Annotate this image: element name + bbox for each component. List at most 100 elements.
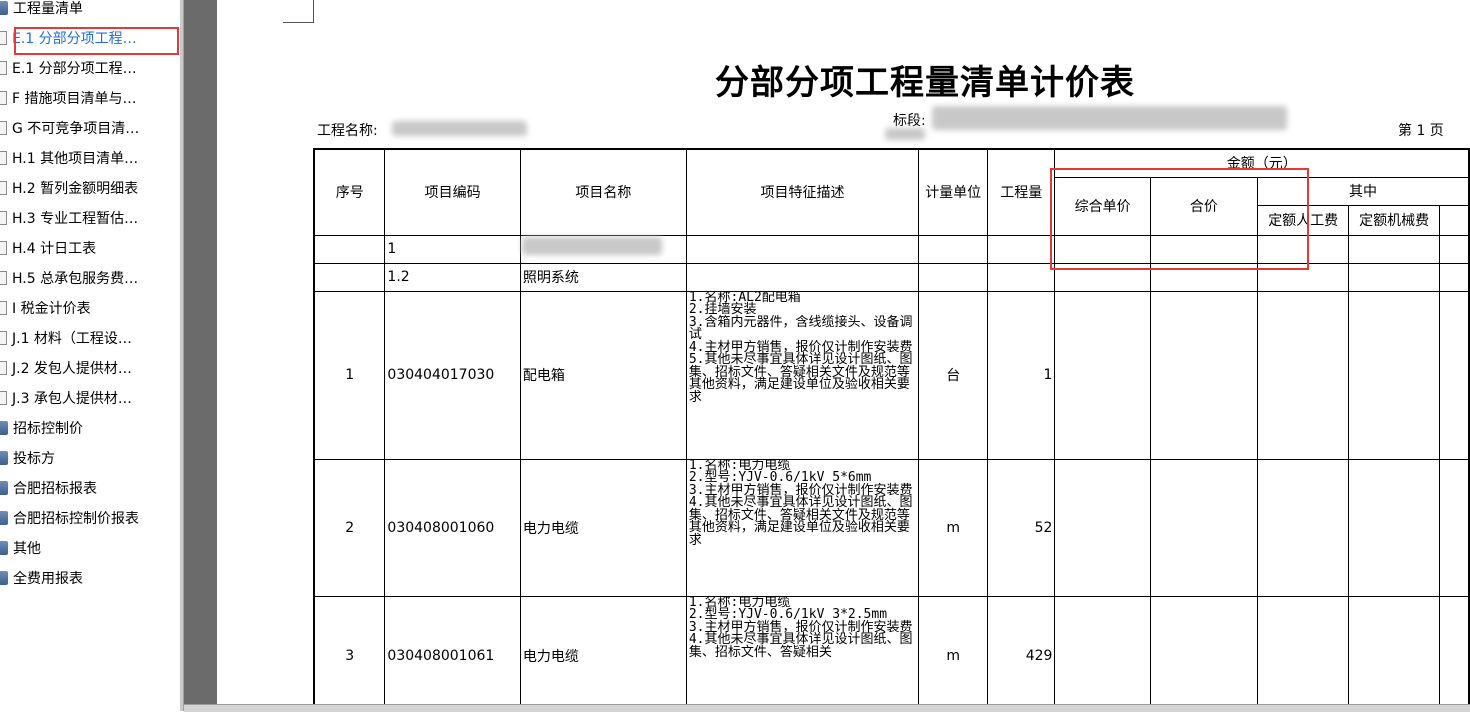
tree-item[interactable]: 全费用报表 <box>0 568 83 598</box>
header-unit: 计量单位 <box>918 148 989 236</box>
amount-columns-highlight-box <box>1050 168 1309 270</box>
node-icon <box>0 211 7 225</box>
redacted-item-name <box>522 237 662 255</box>
node-icon <box>0 271 7 285</box>
tree-item-label: J.3 承包人提供材… <box>12 391 132 407</box>
folder-icon <box>0 571 8 585</box>
tree-item[interactable]: 投标方 <box>0 448 55 478</box>
header-code: 项目编码 <box>384 148 521 236</box>
tree-item-label: H.2 暂列金额明细表 <box>12 181 139 197</box>
tree-item[interactable]: H.2 暂列金额明细表 <box>0 178 138 208</box>
cell <box>1438 234 1470 264</box>
tree-item[interactable]: 工程量清单 <box>0 0 83 28</box>
redacted-section <box>932 106 1287 130</box>
row-unit-price <box>1054 458 1151 597</box>
node-icon <box>0 301 7 315</box>
redacted-project-name <box>392 121 527 136</box>
tree-item-label: 其他 <box>13 541 41 557</box>
selection-highlight-box <box>14 27 179 55</box>
crop-mark <box>283 22 314 23</box>
node-icon <box>0 181 7 195</box>
row-description: 1.名称:电力电缆 2.型号:YJV-0.6/1kV 5*6mm 3.主材甲方销… <box>685 458 920 597</box>
tree-item[interactable]: 招标控制价 <box>0 418 83 448</box>
node-icon <box>0 331 7 345</box>
row-quantity: 429 <box>987 595 1056 704</box>
tree-item-label: H.1 其他项目清单… <box>12 151 139 167</box>
cell <box>1438 262 1470 292</box>
group-code: 1 <box>384 234 521 264</box>
cell <box>685 262 920 292</box>
cell <box>313 262 386 292</box>
row-name: 电力电缆 <box>519 458 687 597</box>
tree-item-label: 全费用报表 <box>13 571 83 587</box>
tree-item-label: G 不可竞争项目清… <box>12 121 140 137</box>
row-seq: 3 <box>313 595 386 704</box>
section-label: 标段: <box>893 113 926 129</box>
header-qty: 工程量 <box>987 148 1056 236</box>
tree-item-label: 工程量清单 <box>13 1 83 17</box>
folder-icon <box>0 481 8 495</box>
tree-item-label: J.1 材料（工程设… <box>12 331 132 347</box>
cell <box>685 234 920 264</box>
tree-item-label: F 措施项目清单与… <box>12 91 137 107</box>
folder-icon <box>0 541 8 555</box>
tree-item[interactable]: J.1 材料（工程设… <box>0 328 132 358</box>
table-row: 3 030408001061 电力电缆 1.名称:电力电缆 2.型号:YJV-0.6/… <box>313 595 1470 704</box>
row-quantity: 52 <box>987 458 1056 597</box>
cell <box>1348 262 1440 292</box>
tree-item[interactable]: H.3 专业工程暂估… <box>0 208 138 238</box>
folder-icon <box>0 1 8 15</box>
preview-gutter <box>184 0 217 711</box>
node-icon <box>0 151 7 165</box>
tree-item[interactable]: J.2 发包人提供材… <box>0 358 132 388</box>
node-icon <box>0 31 7 45</box>
page-number: 第 1 页 <box>1398 123 1444 139</box>
row-description: 1.名称:AL2配电箱 2.挂墙安装 3.含箱内元器件，含线缆接头、设备调试 4… <box>685 290 920 460</box>
table-row: 2 030408001060 电力电缆 1.名称:电力电缆 2.型号:YJV-0.6/… <box>313 458 1470 597</box>
tree-item-label: H.5 总承包服务费… <box>12 271 139 287</box>
header-desc: 项目特征描述 <box>685 148 920 236</box>
row-code: 030408001061 <box>384 595 521 704</box>
tree-item-label: H.4 计日工表 <box>12 241 97 257</box>
folder-icon <box>0 451 8 465</box>
row-labor <box>1256 458 1350 597</box>
cell <box>313 234 386 264</box>
tree-item-label: 合肥招标控制价报表 <box>13 511 139 527</box>
redacted-section <box>885 128 925 140</box>
header-seq: 序号 <box>313 148 386 236</box>
group-code: 1.2 <box>384 262 521 292</box>
row-name: 配电箱 <box>519 290 687 460</box>
node-icon <box>0 391 7 405</box>
header-extra <box>1438 204 1470 236</box>
tree-item[interactable]: F 措施项目清单与… <box>0 88 137 118</box>
row-unit-price <box>1054 290 1151 460</box>
row-seq: 2 <box>313 458 386 597</box>
node-icon <box>0 61 7 75</box>
row-extra <box>1438 458 1470 597</box>
row-extra <box>1438 290 1470 460</box>
tree-item[interactable]: H.1 其他项目清单… <box>0 148 138 178</box>
tree-item[interactable]: 合肥招标报表 <box>0 478 97 508</box>
row-unit: m <box>918 458 989 597</box>
row-unit: m <box>918 595 989 704</box>
tree-item[interactable]: H.5 总承包服务费… <box>0 268 138 298</box>
tree-item[interactable]: I 税金计价表 <box>0 298 91 328</box>
table-row: 1 030404017030 配电箱 1.名称:AL2配电箱 2.挂墙安装 3.含箱内… <box>313 290 1470 460</box>
tree-item-label: H.3 专业工程暂估… <box>12 211 139 227</box>
tree-item[interactable]: J.3 承包人提供材… <box>0 388 132 418</box>
cell <box>918 262 989 292</box>
project-name-label: 工程名称: <box>317 123 378 139</box>
tree-item-label: J.2 发包人提供材… <box>12 361 132 377</box>
report-tree-panel: 工程量清单 E.1 分部分项工程… E.1 分部分项工程… F 措施项目清单与… G 不… <box>0 0 183 711</box>
row-machine <box>1348 458 1440 597</box>
tree-item[interactable]: E.1 分部分项工程… <box>0 58 137 88</box>
tree-item-label: 招标控制价 <box>13 421 83 437</box>
tree-item[interactable]: 其他 <box>0 538 41 568</box>
row-unit: 台 <box>918 290 989 460</box>
tree-item[interactable]: H.4 计日工表 <box>0 238 96 268</box>
tree-item[interactable]: 合肥招标控制价报表 <box>0 508 139 538</box>
row-description: 1.名称:电力电缆 2.型号:YJV-0.6/1kV 3*2.5mm 3.主材甲… <box>685 595 920 704</box>
tree-item[interactable]: G 不可竞争项目清… <box>0 118 139 148</box>
row-extra <box>1438 595 1470 704</box>
row-seq: 1 <box>313 290 386 460</box>
